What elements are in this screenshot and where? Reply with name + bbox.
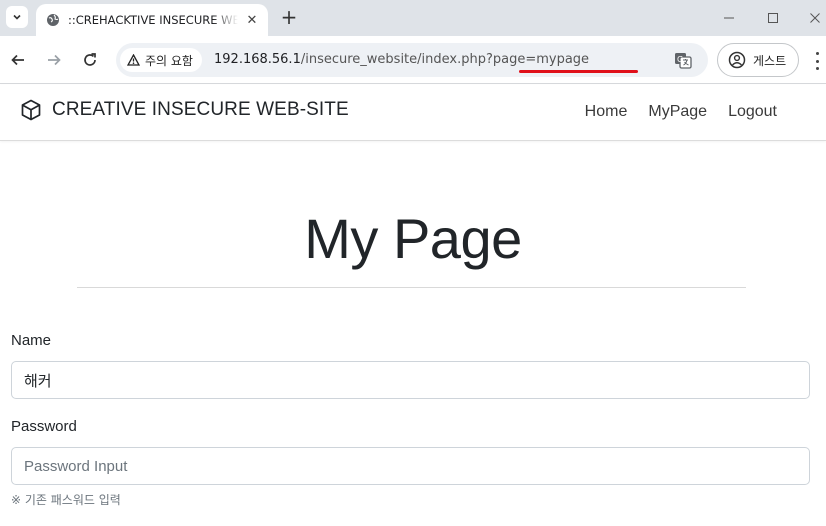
browser-window: ::CREHACKTIVE INSECURE WEB-SITE ✕ + 주의 요…: [0, 0, 826, 526]
url-host: 192.168.56.1: [214, 52, 301, 67]
nav-link-logout[interactable]: Logout: [728, 103, 777, 121]
security-label: 주의 요함: [145, 53, 193, 68]
tab-title: ::CREHACKTIVE INSECURE WEB-SITE: [68, 13, 238, 27]
name-field[interactable]: [11, 361, 810, 399]
reload-icon: [84, 53, 96, 66]
site-menu: Home MyPage Logout: [585, 103, 777, 121]
brand-name: CREATIVE INSECURE WEB-SITE: [52, 99, 349, 120]
box-logo-icon: [21, 99, 41, 121]
browser-toolbar: 주의 요함 192.168.56.1/insecure_website/inde…: [0, 36, 826, 84]
nav-link-mypage[interactable]: MyPage: [648, 103, 707, 121]
name-label: Name: [11, 332, 52, 349]
back-button[interactable]: [6, 48, 30, 72]
tab-search-button[interactable]: [6, 6, 28, 28]
security-chip[interactable]: 주의 요함: [120, 48, 202, 72]
tab-strip: ::CREHACKTIVE INSECURE WEB-SITE ✕ +: [0, 0, 826, 36]
password-field[interactable]: [11, 447, 810, 485]
menu-dot-icon: [815, 67, 819, 70]
profile-label: 게스트: [753, 53, 787, 68]
svg-text:G: G: [677, 55, 683, 64]
forward-button[interactable]: [42, 48, 66, 72]
browser-menu-button[interactable]: [810, 50, 824, 72]
url-path: /insecure_website/index.php?page=mypage: [300, 52, 590, 67]
new-tab-button[interactable]: +: [278, 5, 300, 29]
forward-arrow-icon: [48, 54, 61, 66]
translate-icon[interactable]: G: [674, 51, 692, 69]
profile-button[interactable]: 게스트: [717, 43, 799, 77]
close-window-button[interactable]: [804, 8, 826, 28]
warning-icon: [127, 54, 140, 66]
password-hint: ※ 기존 패스워드 입력: [11, 493, 121, 507]
maximize-button[interactable]: [762, 8, 784, 28]
active-tab[interactable]: ::CREHACKTIVE INSECURE WEB-SITE ✕: [36, 4, 268, 36]
minimize-button[interactable]: [718, 8, 740, 28]
reload-button[interactable]: [78, 48, 102, 72]
page-title: My Page: [304, 207, 522, 270]
minimize-icon: [724, 17, 734, 19]
site-navbar: CREATIVE INSECURE WEB-SITE Home MyPage L…: [0, 85, 826, 141]
globe-icon: [47, 14, 59, 26]
nav-link-home[interactable]: Home: [585, 103, 628, 121]
close-tab-icon[interactable]: ✕: [244, 12, 260, 28]
close-icon: [810, 13, 820, 23]
password-label: Password: [11, 418, 77, 435]
guest-avatar-icon: [728, 51, 746, 69]
site-brand[interactable]: CREATIVE INSECURE WEB-SITE: [20, 99, 349, 121]
menu-dot-icon: [815, 59, 819, 63]
url-text[interactable]: 192.168.56.1/insecure_website/index.php?…: [214, 52, 589, 67]
chevron-down-icon: [13, 14, 21, 20]
url-annotation-underline: [519, 70, 638, 73]
maximize-icon: [768, 13, 778, 23]
back-arrow-icon: [11, 54, 24, 66]
title-divider: [77, 287, 746, 288]
menu-dot-icon: [815, 52, 819, 55]
